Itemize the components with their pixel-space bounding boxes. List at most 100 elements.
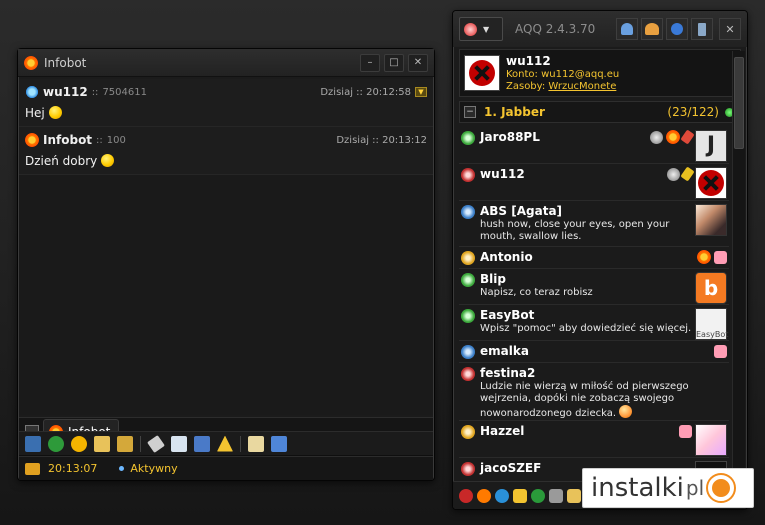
info-button[interactable] <box>666 18 688 40</box>
folder-icon[interactable] <box>567 488 581 503</box>
refresh-icon[interactable] <box>48 435 64 452</box>
contact-list-window: ▼ AQQ 2.4.3.70 ✕ wu112 Konto: wu112@aqq.… <box>452 10 748 510</box>
contact-avatar: EasyBot <box>695 308 728 340</box>
contact-name: Jaro88PL <box>480 130 540 144</box>
contact-list-titlebar: ▼ AQQ 2.4.3.70 ✕ <box>453 11 747 47</box>
infobot-icon[interactable] <box>477 488 491 503</box>
smiley-icon <box>101 154 115 167</box>
warning-icon[interactable] <box>217 435 233 452</box>
pin-icon <box>680 166 695 182</box>
app-name: AQQ 2.4.3.70 <box>515 22 596 36</box>
gear-icon <box>708 475 735 501</box>
block-icon[interactable] <box>248 435 264 452</box>
profile-avatar[interactable] <box>464 55 500 91</box>
message-item: Infobot :: 100 Dzisiaj :: 20:13:12 Dzień… <box>19 127 433 175</box>
manage-contacts-button[interactable] <box>641 18 663 40</box>
client-icon <box>667 168 680 181</box>
contact-item[interactable]: Jaro88PL J <box>459 127 729 164</box>
status-dropdown[interactable]: ▼ <box>459 17 503 41</box>
contact-avatar <box>695 204 727 236</box>
chat-icon[interactable] <box>549 488 563 503</box>
maximize-button[interactable]: □ <box>384 53 404 72</box>
collapse-group-toggle[interactable]: − <box>464 106 476 118</box>
contact-name: Antonio <box>480 250 533 264</box>
contact-item[interactable]: Hazzel <box>459 421 729 458</box>
smiley-icon <box>48 106 62 119</box>
contact-card-icon[interactable] <box>171 435 187 452</box>
users-icon <box>645 23 659 35</box>
contact-list-scrollbar[interactable]: ▼ <box>732 51 745 479</box>
ban-icon <box>469 60 495 86</box>
minimize-button[interactable]: – <box>360 53 380 72</box>
mobile-button[interactable] <box>691 18 713 40</box>
infobot-icon <box>25 133 39 147</box>
contact-list[interactable]: Jaro88PL J wu112 ABS [Agata] hush now, c… <box>459 127 729 479</box>
contact-name: ABS [Agata] <box>480 204 563 218</box>
message-uin: 7504611 <box>102 86 147 98</box>
available-status-icon <box>461 273 475 287</box>
close-button[interactable]: ✕ <box>719 18 741 40</box>
contact-item[interactable]: festina2 Ludzie nie wierzą w miłość od p… <box>459 363 729 421</box>
eraser-icon[interactable] <box>147 434 165 453</box>
send-file-icon[interactable] <box>25 435 41 452</box>
contact-avatar <box>695 167 727 199</box>
message-history[interactable]: wu112 :: 7504611 Dzisiaj :: 20:12:58 ▼ H… <box>19 79 433 415</box>
available-status-icon <box>461 131 475 145</box>
status-text: Aktywny <box>130 462 178 475</box>
group-header[interactable]: − 1. Jabber (23/122) <box>459 101 741 123</box>
contact-item[interactable]: EasyBot Wpisz "pomoc" aby dowiedzieć się… <box>459 305 729 341</box>
away-status-icon <box>461 251 475 265</box>
notes-icon[interactable] <box>194 435 210 452</box>
folder-share-icon[interactable] <box>117 435 133 452</box>
message-uin: 100 <box>106 134 126 146</box>
emoticons-icon[interactable] <box>71 435 87 452</box>
chat-statusbar: 20:13:07 Aktywny <box>19 456 433 480</box>
contact-avatar <box>695 424 727 456</box>
contact-name: Hazzel <box>480 424 525 438</box>
watermark-suffix: pl <box>685 476 705 500</box>
gadu-icon[interactable] <box>531 488 545 503</box>
chat-titlebar: Infobot – □ ✕ <box>18 49 434 77</box>
profile-panel[interactable]: wu112 Konto: wu112@aqq.eu Zasoby: WrzucM… <box>459 49 741 97</box>
contact-name: Blip <box>480 272 506 286</box>
message-text: Hej <box>25 106 45 120</box>
sun-icon <box>666 130 680 144</box>
add-contact-button[interactable] <box>616 18 638 40</box>
account-label: Konto: <box>506 69 538 80</box>
folder-icon[interactable] <box>94 435 110 452</box>
contact-item[interactable]: emalka <box>459 341 729 363</box>
chat-toolbar <box>19 431 433 455</box>
scrollbar-thumb[interactable] <box>734 57 744 149</box>
message-sep: :: <box>91 86 99 98</box>
contact-item[interactable]: wu112 <box>459 164 729 201</box>
user-icon <box>621 23 633 35</box>
chevron-down-icon: ▼ <box>483 24 490 34</box>
message-body: Hej <box>25 106 427 120</box>
group-name: 1. Jabber <box>484 105 545 119</box>
info-icon <box>671 23 683 35</box>
archive-book-icon[interactable] <box>271 435 287 452</box>
contact-description: hush now, close your eyes, open your mou… <box>480 219 670 242</box>
contact-item[interactable]: ABS [Agata] hush now, close your eyes, o… <box>459 201 729 247</box>
message-time: Dzisiaj :: 20:13:12 <box>336 134 427 146</box>
contact-item[interactable]: Antonio <box>459 247 729 269</box>
contact-description: Wpisz "pomoc" aby dowiedzieć się więcej. <box>480 323 692 334</box>
expand-message-icon[interactable]: ▼ <box>415 87 427 97</box>
message-item: wu112 :: 7504611 Dzisiaj :: 20:12:58 ▼ H… <box>19 79 433 127</box>
contact-description-text: Ludzie nie wierzą w miłość od pierwszego… <box>480 381 689 419</box>
ban-icon <box>698 170 724 196</box>
status-menu-icon[interactable] <box>459 488 473 503</box>
thumbs-down-icon <box>714 251 727 264</box>
chat-bubble-icon <box>25 462 40 475</box>
available-status-icon <box>461 309 475 323</box>
resources-link[interactable]: WrzucMonete <box>548 81 616 92</box>
skype-icon[interactable] <box>495 488 509 503</box>
close-button[interactable]: ✕ <box>408 53 428 72</box>
chat-title: Infobot <box>44 55 87 70</box>
hi5-icon[interactable] <box>513 488 527 503</box>
smiley-icon <box>619 405 633 418</box>
toolbar-divider <box>240 435 241 452</box>
profile-name: wu112 <box>506 54 551 68</box>
contact-item[interactable]: Blip Napisz, co teraz robisz b <box>459 269 729 305</box>
phone-icon <box>698 22 706 36</box>
